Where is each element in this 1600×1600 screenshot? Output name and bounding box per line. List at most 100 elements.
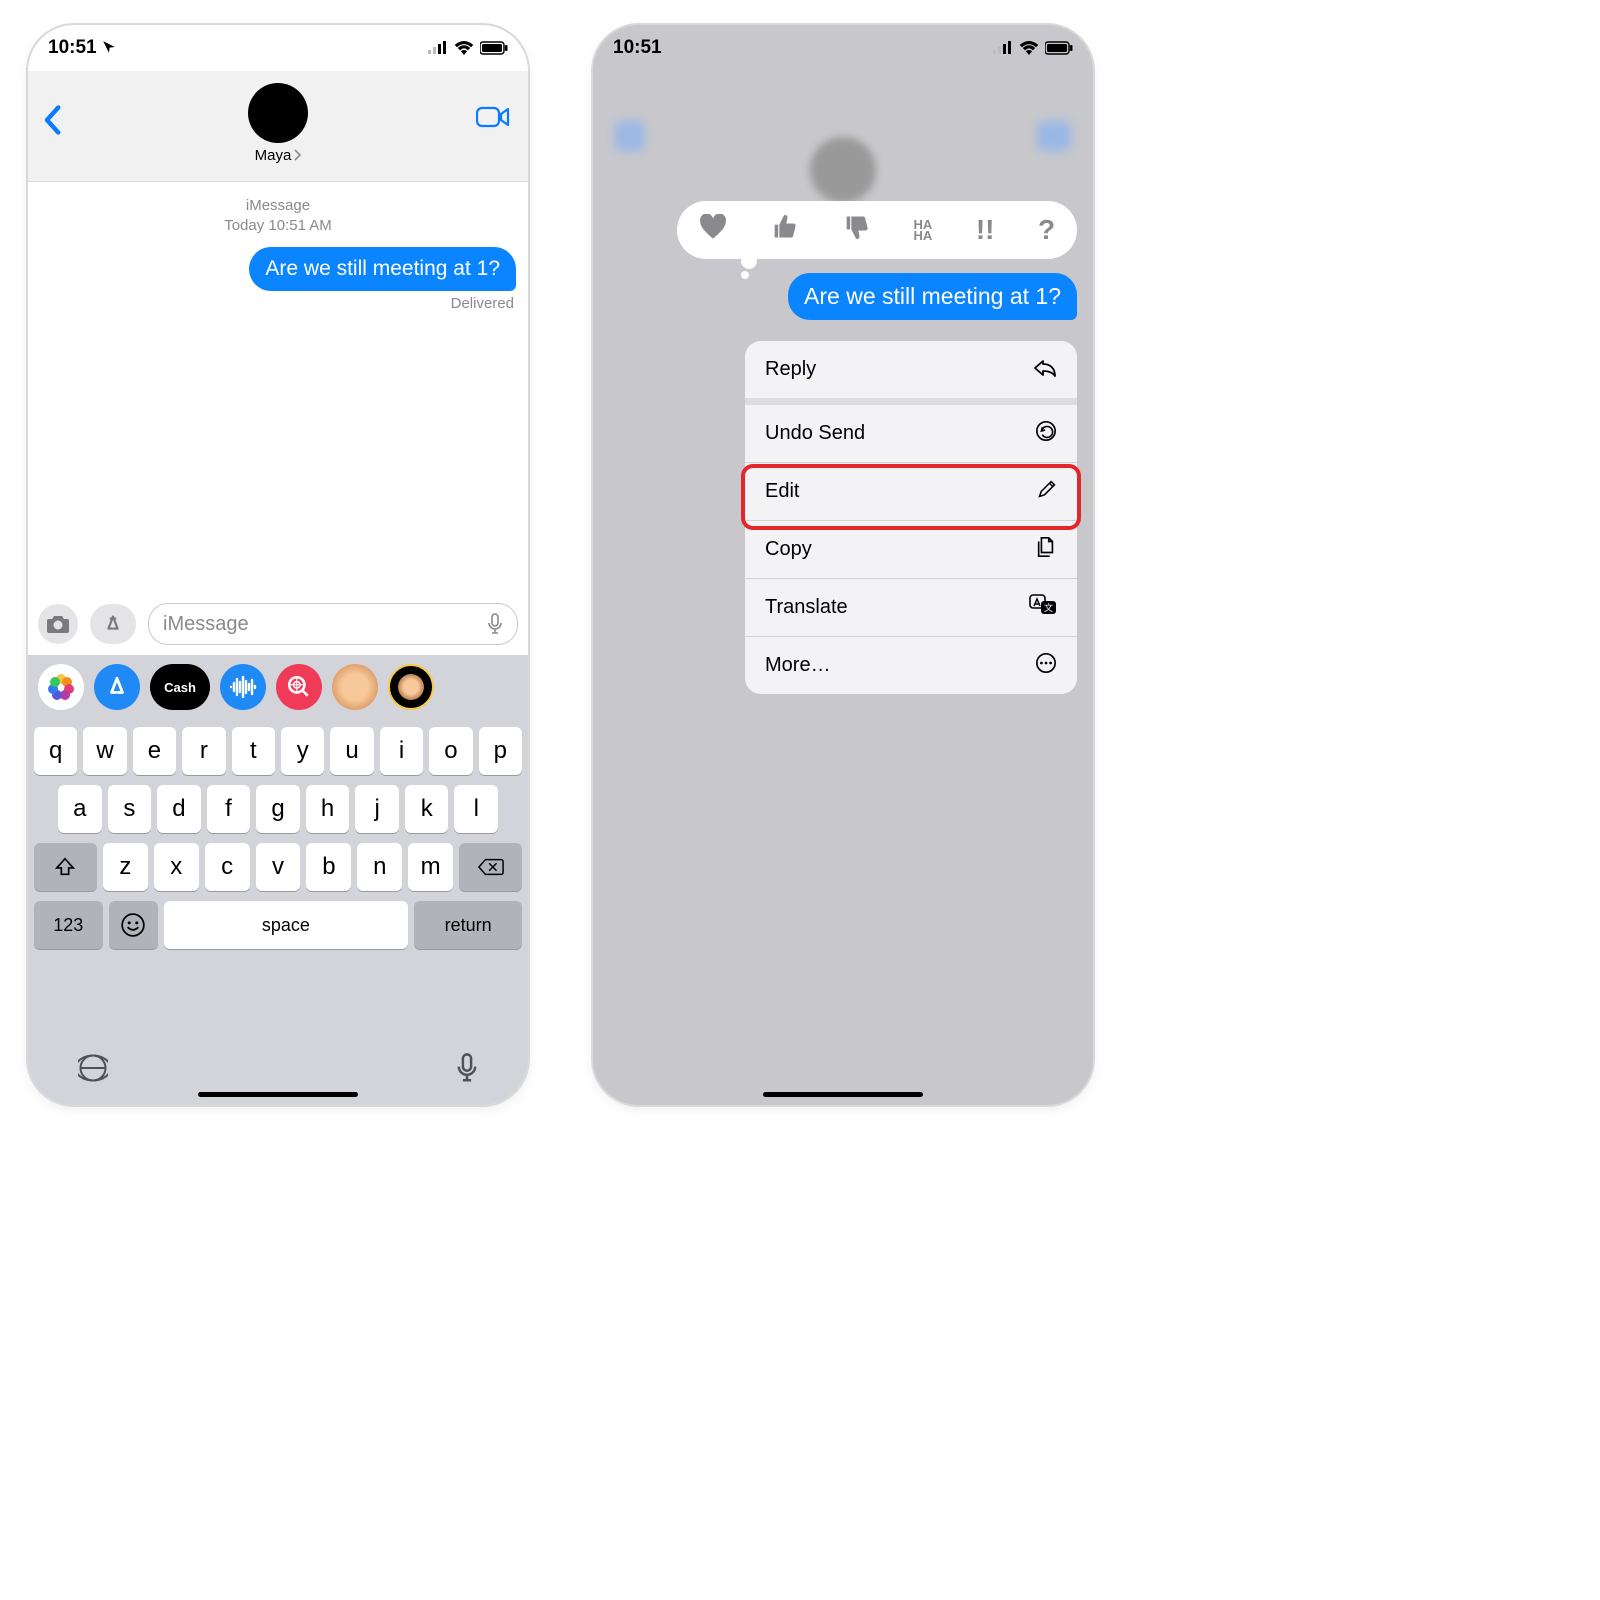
tapback-exclaim[interactable]: !!: [976, 214, 995, 246]
blur-facetime-button: [1037, 121, 1071, 151]
key-u[interactable]: u: [330, 727, 373, 775]
key-e[interactable]: e: [133, 727, 176, 775]
key-backspace[interactable]: [459, 843, 522, 891]
key-o[interactable]: o: [429, 727, 472, 775]
key-h[interactable]: h: [306, 785, 350, 833]
key-j[interactable]: j: [355, 785, 399, 833]
kb-row4: 123 space return: [34, 901, 522, 949]
app-memoji[interactable]: [332, 664, 378, 710]
kb-row2: a s d f g h j k l: [34, 785, 522, 833]
battery-icon: [1045, 41, 1073, 55]
more-icon: [1035, 652, 1057, 680]
chevron-right-icon: [293, 149, 301, 161]
key-c[interactable]: c: [205, 843, 250, 891]
key-l[interactable]: l: [454, 785, 498, 833]
menu-copy-label: Copy: [765, 538, 812, 561]
key-w[interactable]: w: [83, 727, 126, 775]
app-animoji[interactable]: [388, 664, 434, 710]
key-d[interactable]: d: [157, 785, 201, 833]
home-indicator[interactable]: [763, 1092, 923, 1097]
menu-reply[interactable]: Reply: [745, 341, 1077, 405]
key-f[interactable]: f: [207, 785, 251, 833]
key-123[interactable]: 123: [34, 901, 103, 949]
wifi-icon: [454, 41, 474, 55]
wifi-icon: [1019, 41, 1039, 55]
tapback-bar: HA HA !! ?: [677, 201, 1077, 259]
facetime-button[interactable]: [476, 105, 510, 134]
status-bar: 10:51: [593, 25, 1093, 71]
tapback-heart[interactable]: [699, 214, 727, 247]
tapback-thumbsdown[interactable]: [842, 213, 870, 248]
menu-undo-send[interactable]: Undo Send: [745, 405, 1077, 463]
tapback-haha[interactable]: HA HA: [913, 219, 932, 241]
key-return[interactable]: return: [414, 901, 522, 949]
key-b[interactable]: b: [306, 843, 351, 891]
menu-translate[interactable]: Translate 文: [745, 579, 1077, 637]
cellular-icon: [993, 41, 1013, 55]
back-button[interactable]: [42, 105, 62, 140]
key-y[interactable]: y: [281, 727, 324, 775]
status-bar: 10:51: [28, 25, 528, 71]
key-z[interactable]: z: [103, 843, 148, 891]
key-g[interactable]: g: [256, 785, 300, 833]
phone-left: 10:51 Maya iMessage Today 10:51 AM Are w…: [28, 25, 528, 1105]
menu-more-label: More…: [765, 654, 831, 677]
key-shift[interactable]: [34, 843, 97, 891]
delivered-label: Delivered: [40, 291, 516, 312]
menu-reply-label: Reply: [765, 358, 816, 381]
reply-icon: [1033, 357, 1057, 383]
menu-translate-label: Translate: [765, 596, 848, 619]
key-emoji[interactable]: [109, 901, 158, 949]
status-indicators: [428, 41, 508, 55]
compose-row: iMessage: [28, 597, 528, 651]
undo-icon: [1035, 420, 1057, 448]
tapback-question[interactable]: ?: [1038, 214, 1055, 246]
message-input[interactable]: iMessage: [148, 603, 518, 645]
app-audio[interactable]: [220, 664, 266, 710]
blur-avatar: [810, 137, 876, 203]
key-r[interactable]: r: [182, 727, 225, 775]
app-strip[interactable]: Cash: [28, 655, 528, 719]
contact-name[interactable]: Maya: [255, 147, 302, 164]
globe-button[interactable]: [78, 1053, 108, 1088]
key-n[interactable]: n: [357, 843, 402, 891]
sent-message-bubble[interactable]: Are we still meeting at 1?: [788, 273, 1077, 320]
thread-meta: iMessage Today 10:51 AM: [40, 196, 516, 235]
appstore-button[interactable]: [90, 604, 136, 644]
contact-avatar[interactable]: [248, 83, 308, 143]
key-t[interactable]: t: [232, 727, 275, 775]
key-v[interactable]: v: [256, 843, 301, 891]
key-k[interactable]: k: [405, 785, 449, 833]
key-a[interactable]: a: [58, 785, 102, 833]
sent-message-bubble[interactable]: Are we still meeting at 1?: [249, 247, 516, 291]
app-photos[interactable]: [38, 664, 84, 710]
app-appstore[interactable]: [94, 664, 140, 710]
app-search[interactable]: [276, 664, 322, 710]
blur-back-button: [615, 121, 645, 151]
key-x[interactable]: x: [154, 843, 199, 891]
cellular-icon: [428, 41, 448, 55]
camera-button[interactable]: [38, 604, 78, 644]
mic-inline-icon[interactable]: [487, 613, 503, 635]
tapback-thumbsup[interactable]: [770, 213, 798, 248]
status-indicators: [993, 41, 1073, 55]
context-menu: Reply Undo Send Edit Copy Translate 文 Mo…: [745, 341, 1077, 694]
battery-icon: [480, 41, 508, 55]
key-p[interactable]: p: [479, 727, 522, 775]
key-s[interactable]: s: [108, 785, 152, 833]
kb-row1: q w e r t y u i o p: [34, 727, 522, 775]
menu-undo-label: Undo Send: [765, 422, 865, 445]
key-q[interactable]: q: [34, 727, 77, 775]
menu-edit[interactable]: Edit: [745, 463, 1077, 521]
home-indicator[interactable]: [198, 1092, 358, 1097]
copy-icon: [1035, 535, 1057, 565]
status-time: 10:51: [613, 37, 662, 59]
conversation-area: iMessage Today 10:51 AM Are we still mee…: [28, 182, 528, 596]
app-applecash[interactable]: Cash: [150, 664, 210, 710]
key-space[interactable]: space: [164, 901, 409, 949]
menu-copy[interactable]: Copy: [745, 521, 1077, 579]
key-m[interactable]: m: [408, 843, 453, 891]
dictation-button[interactable]: [456, 1053, 478, 1088]
menu-more[interactable]: More…: [745, 637, 1077, 694]
key-i[interactable]: i: [380, 727, 423, 775]
